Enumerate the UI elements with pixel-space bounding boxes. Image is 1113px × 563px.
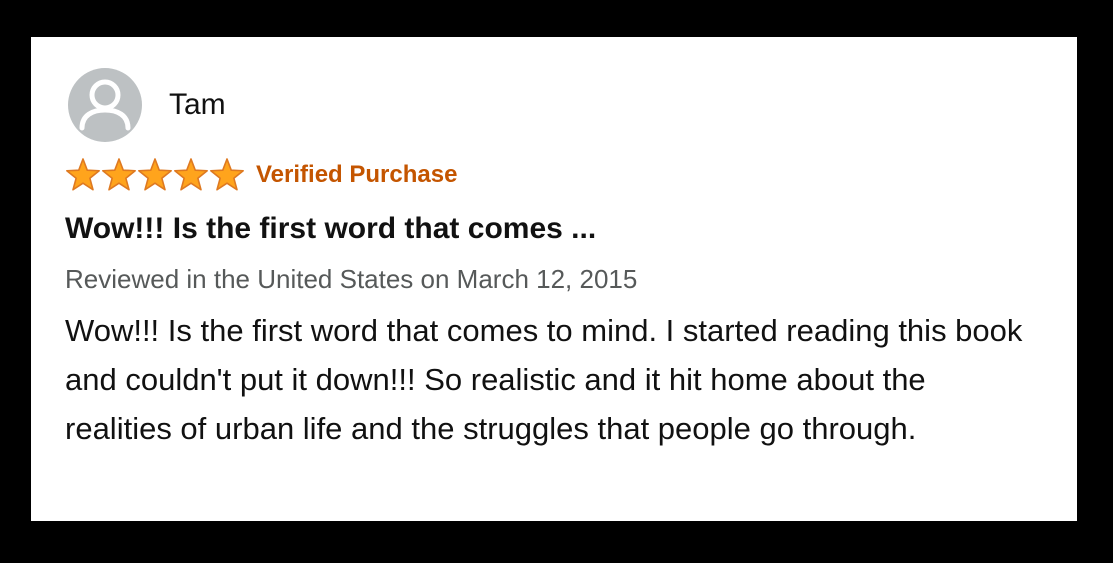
rating-row: Verified Purchase bbox=[65, 158, 457, 192]
review-title[interactable]: Wow!!! Is the first word that comes ... bbox=[65, 207, 596, 251]
review-date: Reviewed in the United States on March 1… bbox=[65, 264, 638, 294]
star-rating[interactable] bbox=[65, 157, 245, 193]
review-card: Tam Verified Purchase Wow!!! Is the firs… bbox=[31, 37, 1077, 521]
star-icon bbox=[173, 157, 209, 193]
star-icon bbox=[209, 157, 245, 193]
star-icon bbox=[65, 157, 101, 193]
reviewer-name[interactable]: Tam bbox=[169, 85, 226, 125]
verified-purchase-badge: Verified Purchase bbox=[256, 161, 458, 188]
star-icon bbox=[137, 157, 173, 193]
default-user-icon bbox=[79, 79, 131, 131]
review-body: Wow!!! Is the first word that comes to m… bbox=[65, 313, 1023, 446]
avatar bbox=[68, 68, 142, 142]
star-icon bbox=[101, 157, 137, 193]
